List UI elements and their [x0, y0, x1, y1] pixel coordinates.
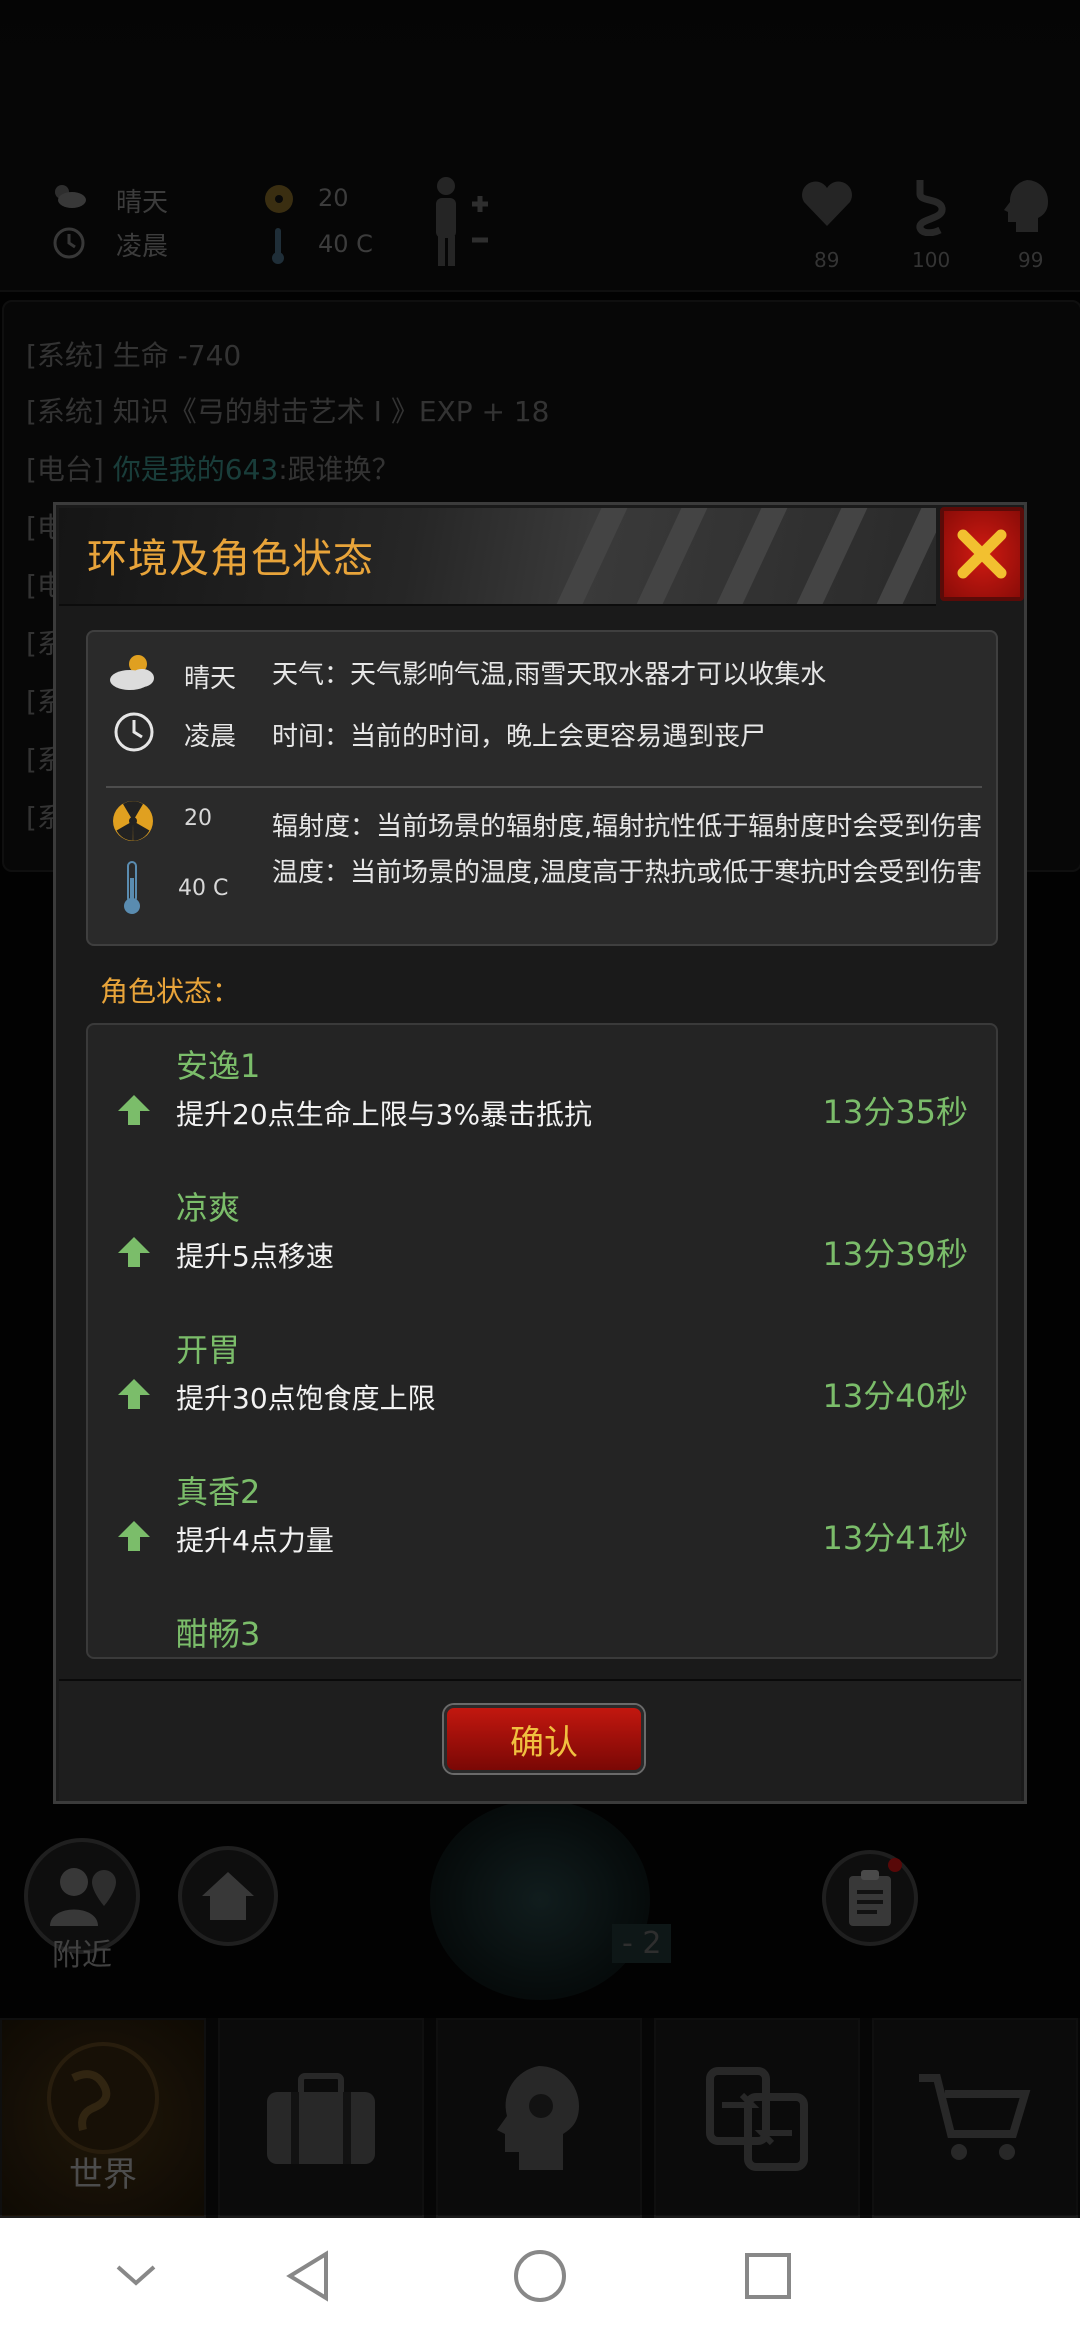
system-nav-bar: [0, 2218, 1080, 2340]
buff-item: 酣畅3: [88, 1601, 996, 1657]
home-circle-icon: [514, 2250, 566, 2302]
temperature-value: 40 C: [178, 876, 229, 901]
confirm-button[interactable]: 确认: [444, 1705, 644, 1773]
close-icon: [957, 529, 1007, 579]
buff-desc: 提升4点力量: [176, 1524, 334, 1557]
buff-item: 开胃 提升30点饱食度上限 13分40秒: [88, 1317, 996, 1459]
clock-icon: [114, 712, 154, 752]
time-label: 凌晨: [184, 722, 237, 752]
buff-name: 凉爽: [176, 1189, 241, 1227]
buff-name: 安逸1: [176, 1047, 261, 1085]
nav-back-button[interactable]: [278, 2246, 338, 2306]
buff-up-icon: [118, 1237, 150, 1267]
buff-time: 13分40秒: [822, 1377, 968, 1415]
chevron-down-icon: [116, 2265, 156, 2286]
back-icon: [286, 2250, 328, 2302]
buff-time: 13分41秒: [822, 1519, 968, 1557]
role-status-title: 角色状态：: [100, 975, 241, 1008]
buff-desc: 提升5点移速: [176, 1240, 334, 1273]
radiation-desc: 辐射度：当前场景的辐射度,辐射抗性低于辐射度时会受到伤害: [272, 812, 983, 842]
radiation-icon: [113, 801, 153, 841]
buff-name: 酣畅3: [176, 1615, 261, 1653]
weather-label: 晴天: [184, 664, 237, 694]
weather-icon: [110, 655, 154, 690]
buff-item: 安逸1 提升20点生命上限与3%暴击抵抗 13分35秒: [88, 1033, 996, 1175]
close-button[interactable]: [940, 507, 1024, 601]
weather-desc: 天气：天气影响气温,雨雪天取水器才可以收集水: [272, 660, 827, 690]
radiation-value: 20: [184, 806, 212, 831]
buff-up-icon: [118, 1095, 150, 1125]
nav-recents-button[interactable]: [738, 2246, 798, 2306]
environment-panel: 晴天 天气：天气影响气温,雨雪天取水器才可以收集水 凌晨 时间：当前的时间，晚上…: [86, 630, 998, 946]
buff-item: 真香2 提升4点力量 13分41秒: [88, 1459, 996, 1601]
nav-collapse-button[interactable]: [106, 2246, 166, 2306]
buff-time: 13分39秒: [822, 1235, 968, 1273]
buff-item: 凉爽 提升5点移速 13分39秒: [88, 1175, 996, 1317]
status-dialog: 环境及角色状态 晴天 天气：天气影响气温,雨雪天取水器才可以收集水 凌晨 时间：…: [53, 502, 1027, 1804]
divider: [106, 786, 982, 788]
dialog-title-bar: 环境及角色状态: [59, 508, 936, 606]
buff-up-icon: [118, 1379, 150, 1409]
dialog-title: 环境及角色状态: [87, 536, 374, 582]
time-desc: 时间：当前的时间，晚上会更容易遇到丧尸: [272, 722, 767, 752]
nav-home-button[interactable]: [510, 2246, 570, 2306]
buff-name: 开胃: [176, 1331, 241, 1369]
buff-time: 13分35秒: [822, 1093, 968, 1131]
buff-list[interactable]: 安逸1 提升20点生命上限与3%暴击抵抗 13分35秒 凉爽 提升5点移速 13…: [86, 1023, 998, 1659]
temperature-desc: 温度：当前场景的温度,温度高于热抗或低于寒抗时会受到伤害: [272, 858, 983, 888]
buff-up-icon: [118, 1521, 150, 1551]
thermometer-icon: [124, 861, 140, 914]
buff-desc: 提升30点饱食度上限: [176, 1382, 436, 1415]
recents-icon: [745, 2253, 791, 2299]
buff-desc: 提升20点生命上限与3%暴击抵抗: [176, 1098, 593, 1131]
buff-name: 真香2: [176, 1473, 261, 1511]
